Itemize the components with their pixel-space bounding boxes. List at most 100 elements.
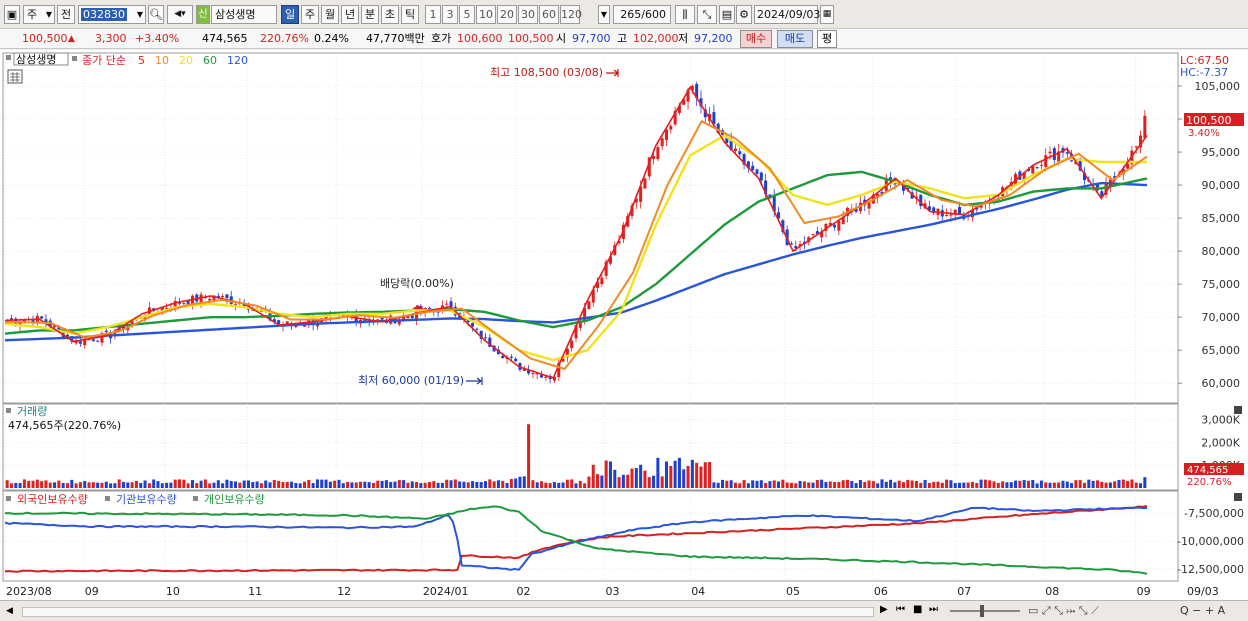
sound-icon[interactable]: ◀▾	[167, 5, 193, 24]
buy-button[interactable]: 매수	[740, 30, 772, 48]
low-price: 97,200	[694, 32, 733, 45]
volume-bar	[122, 481, 126, 488]
x-tick: 11	[248, 585, 262, 598]
minute-button-1[interactable]: 1	[425, 5, 441, 24]
sell-button[interactable]: 매도	[777, 30, 813, 48]
volume-bar	[1134, 482, 1138, 488]
volume-bar	[31, 480, 35, 488]
last-page-icon[interactable]: ⏭	[929, 604, 938, 615]
volume-bar	[35, 479, 39, 488]
period-tab-1[interactable]: 주	[301, 5, 319, 24]
volume-bar	[380, 480, 384, 488]
volume-bar	[527, 424, 531, 488]
minute-button-5[interactable]: 5	[459, 5, 475, 24]
ma-legend-120: 120	[227, 54, 248, 67]
candle-body	[660, 138, 664, 147]
holding-legend-2: 개인보유수량	[204, 493, 265, 506]
minute-button-20[interactable]: 20	[497, 5, 517, 24]
chart-type-icon[interactable]: ▣	[4, 5, 20, 24]
candle-body	[656, 147, 660, 160]
price-y-tick: 95,000	[1202, 146, 1241, 159]
first-page-icon[interactable]: ⏮	[896, 604, 905, 615]
tool-icons[interactable]: ▭ ⤢ ⤡ ⤠ ⤡ ⟋	[1028, 604, 1099, 618]
volume-bar	[453, 479, 457, 488]
period-tab-3[interactable]: 년	[341, 5, 359, 24]
data-count-field[interactable]: 265/600	[613, 5, 671, 24]
minute-button-60[interactable]: 60	[539, 5, 559, 24]
board-button[interactable]: 전	[57, 5, 75, 24]
volume-bar	[837, 481, 841, 488]
volume-bar	[87, 482, 91, 488]
candle-body	[652, 156, 656, 159]
volume-bar	[587, 476, 591, 488]
chart-area[interactable]: 2023/08 09 10 11 12 2024/01 02 03 04 05 06 07 08 09 09…	[0, 50, 1248, 600]
volume-bar	[772, 480, 776, 488]
zoom-controls[interactable]: Q − + A	[1180, 604, 1225, 617]
price-y-tick: 85,000	[1202, 212, 1241, 225]
scroll-right-icon[interactable]: ▶	[880, 604, 888, 615]
volume-bar	[212, 482, 216, 488]
volume-bar	[798, 480, 802, 488]
search-icon[interactable]: 🔍︎	[148, 5, 164, 24]
volume-bar	[242, 480, 246, 488]
ma-legend-20: 20	[179, 54, 193, 67]
candle-body	[531, 373, 535, 375]
stock-code-input[interactable]: 032830 ▼	[78, 5, 146, 24]
holding-panel-close-icon[interactable]	[1234, 493, 1242, 501]
ma-legend-10: 10	[155, 54, 169, 67]
period-tab-5[interactable]: 초	[381, 5, 399, 24]
candle-body	[733, 148, 737, 152]
quote-bar: 100,500 ▲ 3,300 +3.40% 474,565 220.76% 0…	[0, 29, 1248, 49]
period-tab-0[interactable]: 일	[281, 5, 299, 24]
candle-body	[471, 323, 475, 327]
calendar-icon[interactable]: ▦	[820, 5, 834, 24]
bid-price: 100,500	[508, 32, 554, 45]
candle-body	[958, 206, 962, 214]
minute-button-30[interactable]: 30	[518, 5, 538, 24]
scroll-left-icon[interactable]: ◀	[6, 606, 13, 616]
high-price: 102,000	[633, 32, 679, 45]
volume-bar	[617, 477, 621, 488]
stock-name-field[interactable]: 삼성생명	[211, 5, 277, 24]
volume-bar	[1083, 482, 1087, 488]
scroll-track[interactable]	[22, 607, 874, 617]
volume-bar	[970, 481, 974, 488]
minute-button-10[interactable]: 10	[476, 5, 496, 24]
stop-icon[interactable]: ■	[913, 604, 922, 615]
volume-panel-close-icon[interactable]	[1234, 406, 1242, 414]
volume-bar	[221, 483, 225, 488]
minute-button-3[interactable]: 3	[442, 5, 458, 24]
candle-body	[945, 214, 949, 217]
volume-bar	[626, 474, 630, 488]
volume-bar	[324, 479, 328, 488]
volume-bar	[40, 481, 44, 488]
grid-table-icon[interactable]	[7, 69, 23, 84]
save-icon[interactable]: ▤	[719, 5, 735, 24]
stock-code-value: 032830	[81, 8, 127, 21]
x-tick: 2024/01	[423, 585, 469, 598]
volume-bar	[884, 481, 888, 488]
gear-icon[interactable]: ⚙	[736, 5, 752, 24]
candle-body	[600, 277, 604, 285]
volume-bar	[850, 481, 854, 488]
zoom-slider[interactable]	[950, 610, 1020, 612]
volume-bar	[988, 480, 992, 488]
volume-bar	[1018, 480, 1022, 488]
volume-bar	[764, 482, 768, 488]
draw-tool-icon[interactable]: ⤡	[697, 5, 717, 24]
volume-bar	[315, 479, 319, 488]
period-tab-2[interactable]: 월	[321, 5, 339, 24]
volume-bar	[48, 482, 52, 488]
date-field[interactable]: 2024/09/03	[754, 5, 820, 24]
period-tab-4[interactable]: 분	[361, 5, 379, 24]
holding-legend-0: 외국인보유수량	[17, 493, 88, 506]
holding-y-tick: -10,000,000	[1177, 535, 1244, 548]
minute-dropdown[interactable]: ▼	[598, 5, 610, 24]
zoom-slider-handle[interactable]	[980, 605, 984, 617]
minute-button-120[interactable]: 120	[560, 5, 582, 24]
candle-body	[509, 356, 513, 358]
candle-icon[interactable]: ⫼	[675, 5, 695, 24]
market-select[interactable]: 주 ▼	[23, 5, 55, 24]
evaluate-button[interactable]: 평	[817, 30, 837, 48]
period-tab-6[interactable]: 틱	[401, 5, 419, 24]
